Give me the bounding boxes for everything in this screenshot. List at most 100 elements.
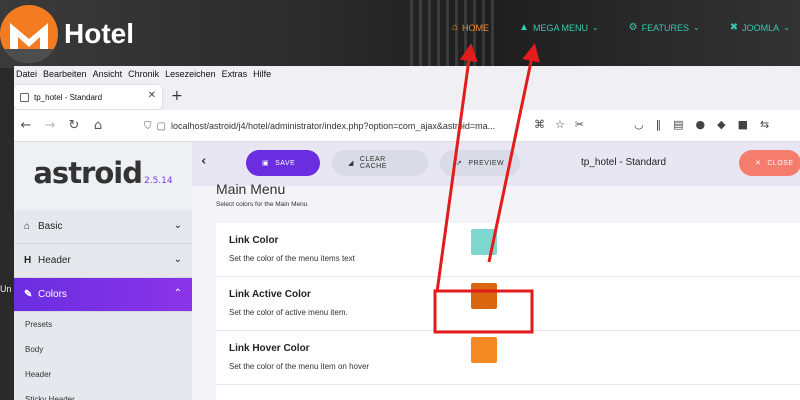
mountain-icon: ▲ bbox=[519, 22, 529, 33]
nav-label: JOOMLA bbox=[742, 22, 780, 33]
chevron-down-icon: ⌄ bbox=[783, 23, 790, 32]
color-settings-card: Link Color Set the color of the menu ite… bbox=[216, 223, 800, 400]
astroid-admin: astroid 2.5.14 ⌂ Basic ⌄ H Header ⌄ ✎ Co… bbox=[14, 142, 800, 400]
menu-item-bearbeiten[interactable]: Bearbeiten bbox=[43, 69, 87, 79]
menu-item-datei[interactable]: Datei bbox=[16, 69, 37, 79]
address-bar[interactable]: ⛉ ▢ localhost/astroid/j4/hotel/administr… bbox=[144, 116, 524, 136]
save-button[interactable]: ▣ SAVE bbox=[246, 150, 320, 176]
save-icon: ▣ bbox=[262, 160, 270, 167]
preview-button[interactable]: ↗ PREVIEW bbox=[440, 150, 520, 176]
site-nav-mega-menu[interactable]: ▲ MEGA MENU ⌄ bbox=[519, 22, 599, 33]
chevron-down-icon: ⌄ bbox=[591, 23, 599, 32]
screenshot-icon[interactable]: ✂ bbox=[575, 118, 584, 131]
chevron-down-icon: ⌄ bbox=[173, 220, 182, 231]
forward-icon[interactable]: → bbox=[38, 118, 62, 133]
nav-label: FEATURES bbox=[641, 22, 689, 33]
translate-ext-icon[interactable]: ■ bbox=[738, 118, 748, 131]
chevron-down-icon: ⌄ bbox=[692, 23, 700, 32]
back-icon[interactable]: ← bbox=[14, 118, 38, 133]
setting-row-link-hover-color: Link Hover Color Set the color of the me… bbox=[216, 331, 800, 385]
tab-bar: tp_hotel - Standard ✕ + bbox=[14, 82, 800, 110]
logo-text: Hotel bbox=[64, 18, 134, 49]
clear-cache-label: CLEAR CACHE bbox=[359, 156, 387, 170]
main-content: ‹ ▣ SAVE ◢ CLEAR CACHE ↗ PREVIEW tp_hote… bbox=[192, 142, 800, 400]
brand-version: 2.5.14 bbox=[143, 176, 173, 186]
reader-icon[interactable]: ▤ bbox=[673, 118, 683, 131]
browser-toolbar: ◡ ‖ ▤ ● ◆ ■ ⇆ bbox=[634, 118, 769, 131]
tab-title: tp_hotel - Standard bbox=[34, 92, 103, 102]
browser-tab[interactable]: tp_hotel - Standard ✕ bbox=[14, 85, 162, 109]
sidebar-subitem-sticky-header[interactable]: Sticky Header bbox=[14, 387, 192, 400]
sidebar-item-basic[interactable]: ⌂ Basic ⌄ bbox=[14, 210, 192, 244]
nav-label: HOME bbox=[462, 22, 490, 33]
setting-label: Link Active Color bbox=[229, 289, 311, 300]
site-nav: ⌂ HOME ▲ MEGA MENU ⌄ ⚙ FEATURES ⌄ ✖ JOOM… bbox=[452, 22, 800, 33]
site-nav-features[interactable]: ⚙ FEATURES ⌄ bbox=[629, 22, 700, 33]
setting-row-link-active-color: Link Active Color Set the color of activ… bbox=[216, 277, 800, 331]
page-icon bbox=[20, 92, 29, 102]
sidebar-subitem-presets[interactable]: Presets bbox=[14, 312, 192, 337]
setting-label: Link Color bbox=[229, 235, 279, 246]
brush-icon: ✎ bbox=[24, 289, 33, 300]
menu-item-extras[interactable]: Extras bbox=[222, 69, 248, 79]
library-icon[interactable]: ‖ bbox=[656, 118, 662, 131]
sidebar-item-label: Header bbox=[38, 255, 71, 266]
sync-icon[interactable]: ⇆ bbox=[760, 118, 769, 131]
link-active-color-swatch[interactable] bbox=[471, 283, 497, 309]
home-icon: ⌂ bbox=[452, 22, 459, 33]
header-icon: H bbox=[24, 255, 32, 266]
sidebar-item-label: Colors bbox=[38, 289, 67, 300]
nav-label: MEGA MENU bbox=[532, 22, 588, 33]
url-text: localhost/astroid/j4/hotel/administrator… bbox=[170, 121, 496, 131]
clear-cache-button[interactable]: ◢ CLEAR CACHE bbox=[332, 150, 428, 176]
chevron-down-icon: ⌄ bbox=[173, 254, 182, 265]
external-link-icon: ↗ bbox=[456, 160, 463, 167]
section-subtitle: Select colors for the Main Menu bbox=[216, 201, 308, 208]
reload-icon[interactable]: ↻ bbox=[62, 118, 86, 133]
home-icon[interactable]: ⌂ bbox=[86, 118, 110, 133]
joomla-icon: ✖ bbox=[729, 22, 739, 33]
menu-item-hilfe[interactable]: Hilfe bbox=[253, 69, 271, 79]
shield-icon: ⛉ bbox=[144, 120, 152, 132]
background-site-text: Un bbox=[0, 284, 12, 294]
gear-icon: ⚙ bbox=[628, 22, 638, 33]
browser-menubar: Datei Bearbeiten Ansicht Chronik Lesezei… bbox=[14, 66, 800, 82]
site-nav-home[interactable]: ⌂ HOME bbox=[452, 22, 489, 33]
preview-label: PREVIEW bbox=[468, 159, 505, 167]
python-icon[interactable]: ◆ bbox=[717, 118, 725, 131]
sidebar-subitem-header[interactable]: Header bbox=[14, 362, 192, 387]
eraser-icon: ◢ bbox=[348, 160, 354, 167]
setting-label: Link Hover Color bbox=[229, 343, 310, 354]
back-chevron-icon[interactable]: ‹ bbox=[201, 154, 206, 169]
admin-toolbar: ‹ ▣ SAVE ◢ CLEAR CACHE ↗ PREVIEW tp_hote… bbox=[192, 142, 800, 186]
menu-item-ansicht[interactable]: Ansicht bbox=[93, 69, 123, 79]
astroid-brand: astroid 2.5.14 bbox=[14, 142, 192, 210]
close-button[interactable]: ✕ CLOSE bbox=[739, 150, 800, 176]
close-label: CLOSE bbox=[767, 159, 794, 167]
pocket-icon[interactable]: ◡ bbox=[634, 118, 644, 131]
close-tab-icon[interactable]: ✕ bbox=[148, 90, 156, 101]
link-color-swatch[interactable] bbox=[471, 229, 497, 255]
link-hover-color-swatch[interactable] bbox=[471, 337, 497, 363]
bookmark-star-icon[interactable]: ☆ bbox=[555, 118, 565, 131]
menu-item-chronik[interactable]: Chronik bbox=[128, 69, 159, 79]
site-logo[interactable]: Hotel bbox=[0, 4, 134, 64]
sidebar-item-colors[interactable]: ✎ Colors ⌃ bbox=[14, 278, 192, 312]
brand-name: astroid bbox=[33, 156, 143, 190]
navigation-bar: ← → ↻ ⌂ ⛉ ▢ localhost/astroid/j4/hotel/a… bbox=[14, 110, 800, 142]
sidebar-item-header[interactable]: H Header ⌄ bbox=[14, 244, 192, 278]
site-nav-joomla[interactable]: ✖ JOOMLA ⌄ bbox=[730, 22, 790, 33]
sidebar: astroid 2.5.14 ⌂ Basic ⌄ H Header ⌄ ✎ Co… bbox=[14, 142, 192, 400]
chevron-up-icon: ⌃ bbox=[173, 288, 182, 299]
menu-item-lesezeichen[interactable]: Lesezeichen bbox=[165, 69, 216, 79]
template-title: tp_hotel - Standard bbox=[581, 157, 667, 168]
new-tab-icon[interactable]: + bbox=[171, 88, 183, 104]
address-bar-actions: ⌘ ☆ ✂ bbox=[534, 118, 584, 131]
sidebar-subitem-body[interactable]: Body bbox=[14, 337, 192, 362]
extension-icon[interactable]: ● bbox=[696, 118, 706, 131]
home-icon: ⌂ bbox=[24, 221, 31, 232]
save-label: SAVE bbox=[275, 159, 296, 167]
browser-window: Datei Bearbeiten Ansicht Chronik Lesezei… bbox=[14, 66, 800, 400]
page-info-icon: ▢ bbox=[156, 120, 166, 132]
translate-icon[interactable]: ⌘ bbox=[534, 118, 545, 131]
